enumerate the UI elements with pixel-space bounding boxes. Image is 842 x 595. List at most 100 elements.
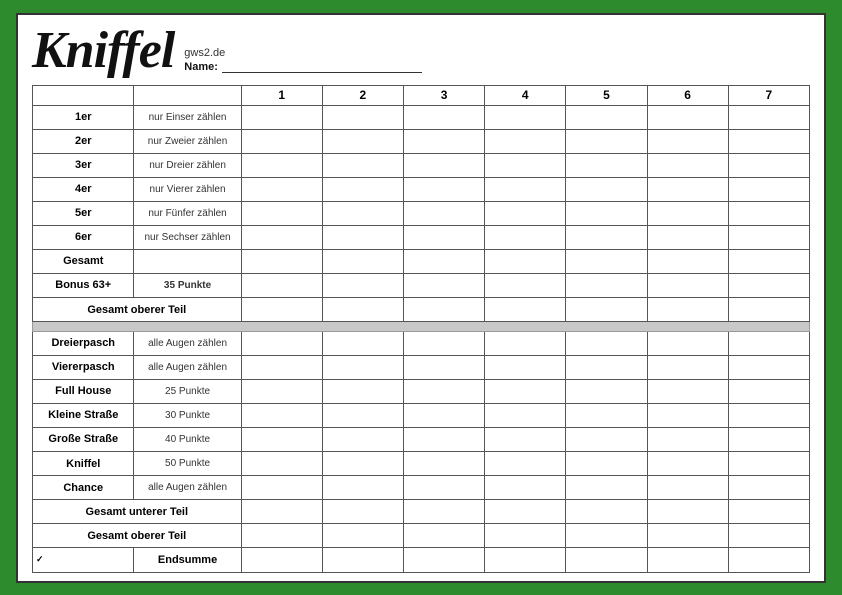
cell-dreierpasch-1[interactable] <box>241 331 322 355</box>
cell-grosse-strasse-2[interactable] <box>322 427 403 451</box>
cell-endsumme-3[interactable] <box>403 548 484 572</box>
cell-viererpasch-4[interactable] <box>485 355 566 379</box>
cell-3er-2[interactable] <box>322 153 403 177</box>
cell-kniffel-4[interactable] <box>485 452 566 476</box>
cell-grosse-strasse-1[interactable] <box>241 427 322 451</box>
cell-chance-7[interactable] <box>728 476 809 500</box>
cell-3er-7[interactable] <box>728 153 809 177</box>
cell-viererpasch-7[interactable] <box>728 355 809 379</box>
cell-dreierpasch-5[interactable] <box>566 331 647 355</box>
cell-3er-1[interactable] <box>241 153 322 177</box>
cell-chance-1[interactable] <box>241 476 322 500</box>
cell-viererpasch-5[interactable] <box>566 355 647 379</box>
cell-kleine-strasse-2[interactable] <box>322 403 403 427</box>
cell-fullhouse-4[interactable] <box>485 379 566 403</box>
cell-gesamt-6[interactable] <box>647 249 728 273</box>
cell-grosse-strasse-7[interactable] <box>728 427 809 451</box>
cell-6er-3[interactable] <box>403 225 484 249</box>
cell-5er-2[interactable] <box>322 201 403 225</box>
cell-grosse-strasse-3[interactable] <box>403 427 484 451</box>
cell-4er-5[interactable] <box>566 177 647 201</box>
cell-gesamt-unterer-6[interactable] <box>647 500 728 524</box>
cell-dreierpasch-4[interactable] <box>485 331 566 355</box>
cell-5er-4[interactable] <box>485 201 566 225</box>
cell-2er-1[interactable] <box>241 129 322 153</box>
cell-6er-6[interactable] <box>647 225 728 249</box>
cell-gesamt-5[interactable] <box>566 249 647 273</box>
cell-endsumme-7[interactable] <box>728 548 809 572</box>
cell-grosse-strasse-4[interactable] <box>485 427 566 451</box>
cell-gesamt-7[interactable] <box>728 249 809 273</box>
cell-kleine-strasse-5[interactable] <box>566 403 647 427</box>
cell-6er-7[interactable] <box>728 225 809 249</box>
cell-2er-7[interactable] <box>728 129 809 153</box>
cell-6er-4[interactable] <box>485 225 566 249</box>
cell-kleine-strasse-3[interactable] <box>403 403 484 427</box>
cell-gesamt-unterer-4[interactable] <box>485 500 566 524</box>
cell-fullhouse-5[interactable] <box>566 379 647 403</box>
cell-4er-2[interactable] <box>322 177 403 201</box>
cell-6er-2[interactable] <box>322 225 403 249</box>
cell-4er-3[interactable] <box>403 177 484 201</box>
cell-gesamt-oberer-6[interactable] <box>647 298 728 322</box>
cell-chance-6[interactable] <box>647 476 728 500</box>
cell-bonus-5[interactable] <box>566 273 647 297</box>
cell-viererpasch-6[interactable] <box>647 355 728 379</box>
cell-gesamt-oberer2-1[interactable] <box>241 524 322 548</box>
cell-gesamt-oberer-7[interactable] <box>728 298 809 322</box>
cell-fullhouse-6[interactable] <box>647 379 728 403</box>
cell-5er-3[interactable] <box>403 201 484 225</box>
cell-gesamt-unterer-2[interactable] <box>322 500 403 524</box>
cell-kleine-strasse-6[interactable] <box>647 403 728 427</box>
cell-2er-6[interactable] <box>647 129 728 153</box>
cell-kniffel-3[interactable] <box>403 452 484 476</box>
cell-3er-3[interactable] <box>403 153 484 177</box>
cell-2er-5[interactable] <box>566 129 647 153</box>
cell-kleine-strasse-1[interactable] <box>241 403 322 427</box>
cell-viererpasch-1[interactable] <box>241 355 322 379</box>
cell-viererpasch-2[interactable] <box>322 355 403 379</box>
cell-gesamt-4[interactable] <box>485 249 566 273</box>
cell-gesamt-oberer2-5[interactable] <box>566 524 647 548</box>
cell-kleine-strasse-7[interactable] <box>728 403 809 427</box>
cell-endsumme-5[interactable] <box>566 548 647 572</box>
cell-5er-5[interactable] <box>566 201 647 225</box>
cell-1er-7[interactable] <box>728 105 809 129</box>
cell-gesamt-oberer-5[interactable] <box>566 298 647 322</box>
cell-chance-5[interactable] <box>566 476 647 500</box>
cell-5er-7[interactable] <box>728 201 809 225</box>
cell-gesamt-oberer-3[interactable] <box>403 298 484 322</box>
cell-gesamt-oberer2-3[interactable] <box>403 524 484 548</box>
cell-endsumme-2[interactable] <box>322 548 403 572</box>
cell-2er-3[interactable] <box>403 129 484 153</box>
cell-4er-7[interactable] <box>728 177 809 201</box>
cell-6er-5[interactable] <box>566 225 647 249</box>
cell-5er-1[interactable] <box>241 201 322 225</box>
cell-1er-4[interactable] <box>485 105 566 129</box>
cell-kniffel-6[interactable] <box>647 452 728 476</box>
cell-kniffel-7[interactable] <box>728 452 809 476</box>
cell-endsumme-1[interactable] <box>241 548 322 572</box>
cell-3er-5[interactable] <box>566 153 647 177</box>
cell-viererpasch-3[interactable] <box>403 355 484 379</box>
cell-dreierpasch-7[interactable] <box>728 331 809 355</box>
cell-gesamt-oberer2-2[interactable] <box>322 524 403 548</box>
cell-gesamt-unterer-5[interactable] <box>566 500 647 524</box>
cell-gesamt-oberer-1[interactable] <box>241 298 322 322</box>
cell-1er-5[interactable] <box>566 105 647 129</box>
cell-fullhouse-2[interactable] <box>322 379 403 403</box>
cell-dreierpasch-6[interactable] <box>647 331 728 355</box>
cell-grosse-strasse-6[interactable] <box>647 427 728 451</box>
cell-endsumme-4[interactable] <box>485 548 566 572</box>
cell-3er-6[interactable] <box>647 153 728 177</box>
cell-bonus-6[interactable] <box>647 273 728 297</box>
cell-gesamt-1[interactable] <box>241 249 322 273</box>
cell-bonus-2[interactable] <box>322 273 403 297</box>
cell-gesamt-oberer2-7[interactable] <box>728 524 809 548</box>
cell-dreierpasch-2[interactable] <box>322 331 403 355</box>
cell-gesamt-unterer-7[interactable] <box>728 500 809 524</box>
cell-gesamt-unterer-3[interactable] <box>403 500 484 524</box>
cell-dreierpasch-3[interactable] <box>403 331 484 355</box>
cell-1er-2[interactable] <box>322 105 403 129</box>
cell-2er-4[interactable] <box>485 129 566 153</box>
